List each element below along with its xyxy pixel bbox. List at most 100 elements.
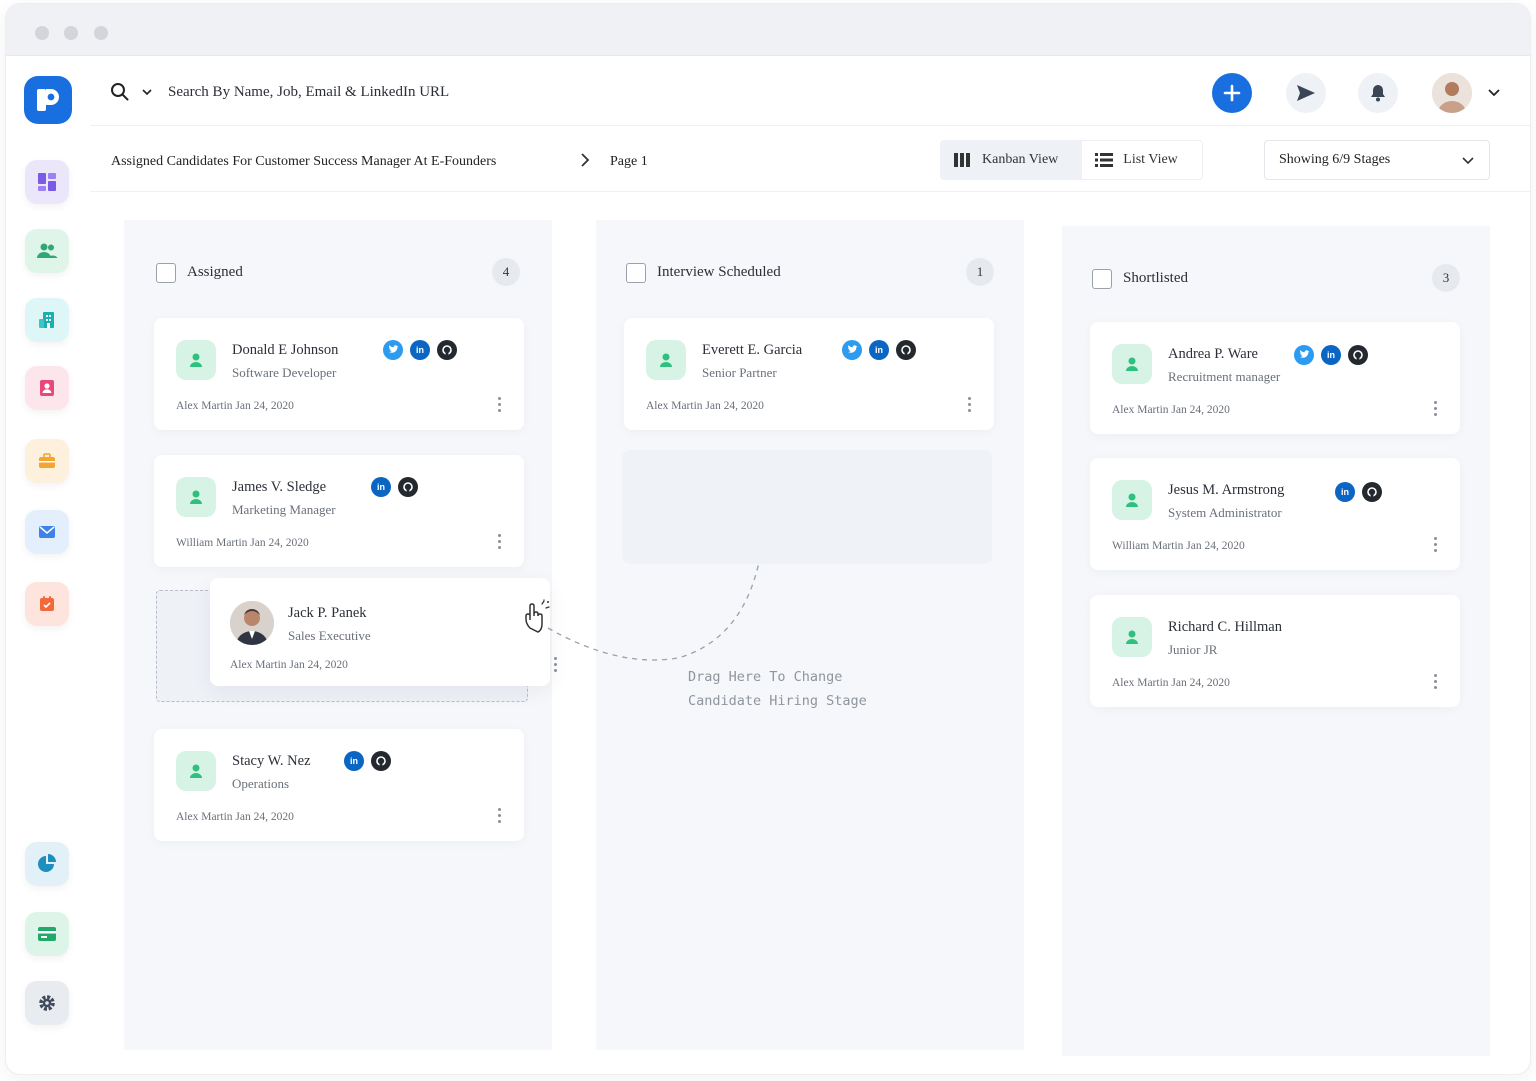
dashboard-icon xyxy=(38,173,56,191)
page-title: Assigned Candidates For Customer Success… xyxy=(111,154,497,169)
sidebar-item-companies[interactable] xyxy=(25,298,69,342)
add-button[interactable] xyxy=(1212,73,1252,113)
card-menu-button[interactable] xyxy=(496,396,502,412)
twitter-icon[interactable] xyxy=(842,340,862,360)
sidebar-item-mail[interactable] xyxy=(25,510,69,554)
sidebar-item-dashboard[interactable] xyxy=(25,160,69,204)
candidate-card-dragging[interactable]: Jack P. Panek Sales Executive Alex Marti… xyxy=(210,578,557,686)
candidate-name[interactable]: Jack P. Panek xyxy=(288,605,367,622)
user-avatar[interactable] xyxy=(1432,73,1472,113)
candidate-card[interactable]: Everett E. Garcia Senior Partner Alex Ma… xyxy=(624,318,994,430)
sidebar-item-reports[interactable] xyxy=(25,842,69,886)
chevron-right-icon xyxy=(581,153,590,167)
linkedin-icon[interactable]: in xyxy=(344,751,364,771)
avatar xyxy=(1112,480,1152,520)
column-count-badge: 3 xyxy=(1432,264,1460,292)
stages-select[interactable]: Showing 6/9 Stages xyxy=(1264,140,1490,180)
column-title: Interview Scheduled xyxy=(657,264,781,280)
avatar xyxy=(1112,344,1152,384)
drop-zone[interactable] xyxy=(622,450,992,564)
card-menu-button[interactable] xyxy=(496,807,502,823)
card-menu-button[interactable] xyxy=(966,396,972,412)
search-icon[interactable] xyxy=(110,82,130,102)
card-menu-button[interactable] xyxy=(1432,536,1438,552)
window-close-dot[interactable] xyxy=(35,26,49,40)
drop-hint-line1: Drag Here To Change xyxy=(688,669,843,685)
sidebar-item-calendar[interactable] xyxy=(25,582,69,626)
linkedin-icon[interactable]: in xyxy=(371,477,391,497)
send-button[interactable] xyxy=(1286,73,1326,113)
candidate-name[interactable]: Richard C. Hillman xyxy=(1168,619,1282,636)
column-header: Interview Scheduled 1 xyxy=(626,258,994,288)
twitter-icon[interactable] xyxy=(1294,345,1314,365)
github-icon[interactable] xyxy=(437,340,457,360)
column-select-checkbox[interactable] xyxy=(156,263,176,283)
linkedin-icon[interactable]: in xyxy=(1321,345,1341,365)
window-maximize-dot[interactable] xyxy=(94,26,108,40)
candidate-name[interactable]: Andrea P. Ware xyxy=(1168,346,1258,363)
candidate-name[interactable]: Everett E. Garcia xyxy=(702,342,802,359)
column-title: Shortlisted xyxy=(1123,270,1189,286)
app-logo[interactable] xyxy=(24,76,72,124)
column-header: Shortlisted 3 xyxy=(1092,264,1460,294)
title-bar xyxy=(6,4,1530,56)
candidate-meta: Alex Martin Jan 24, 2020 xyxy=(176,400,294,412)
candidate-card[interactable]: Jesus M. Armstrong System Administrator … xyxy=(1090,458,1460,570)
sidebar-item-billing[interactable] xyxy=(25,912,69,956)
sidebar-item-contacts[interactable] xyxy=(25,366,69,410)
candidate-role: Senior Partner xyxy=(702,365,777,380)
card-menu-button[interactable] xyxy=(1432,400,1438,416)
candidate-meta: Alex Martin Jan 24, 2020 xyxy=(646,400,764,412)
column-select-checkbox[interactable] xyxy=(1092,269,1112,289)
kanban-view-button[interactable]: Kanban View xyxy=(941,141,1083,179)
candidate-card[interactable]: Andrea P. Ware Recruitment manager Alex … xyxy=(1090,322,1460,434)
candidate-name[interactable]: Donald E Johnson xyxy=(232,342,338,359)
github-icon[interactable] xyxy=(1348,345,1368,365)
stages-select-value: Showing 6/9 Stages xyxy=(1279,152,1391,167)
sidebar-item-jobs[interactable] xyxy=(25,439,69,483)
list-icon xyxy=(1095,153,1114,167)
window-minimize-dot[interactable] xyxy=(64,26,78,40)
kanban-icon xyxy=(954,153,970,167)
linkedin-icon[interactable]: in xyxy=(410,340,430,360)
person-icon xyxy=(190,353,202,367)
candidate-card[interactable]: James V. Sledge Marketing Manager Willia… xyxy=(154,455,524,567)
candidate-role: Operations xyxy=(232,776,290,791)
sidebar-item-settings[interactable] xyxy=(25,981,69,1025)
card-menu-button[interactable] xyxy=(496,533,502,549)
avatar xyxy=(230,601,274,645)
search-input[interactable] xyxy=(168,83,588,101)
candidate-role: Software Developer xyxy=(232,365,337,380)
twitter-icon[interactable] xyxy=(383,340,403,360)
user-photo-icon xyxy=(1432,73,1472,113)
github-icon[interactable] xyxy=(371,751,391,771)
candidate-card[interactable]: Stacy W. Nez Operations Alex Martin Jan … xyxy=(154,729,524,841)
notifications-button[interactable] xyxy=(1358,73,1398,113)
candidate-card[interactable]: Donald E Johnson Software Developer Alex… xyxy=(154,318,524,430)
card-icon xyxy=(38,927,56,941)
drop-hint: Drag Here To Change Candidate Hiring Sta… xyxy=(688,665,948,713)
card-menu-button[interactable] xyxy=(1432,673,1438,689)
column-title: Assigned xyxy=(187,264,243,280)
list-view-button[interactable]: List View xyxy=(1082,141,1202,179)
calendar-icon xyxy=(40,596,54,611)
briefcase-icon xyxy=(39,453,55,468)
profile-chevron-down-icon[interactable] xyxy=(1486,86,1502,100)
github-icon[interactable] xyxy=(1362,482,1382,502)
github-icon[interactable] xyxy=(896,340,916,360)
github-icon[interactable] xyxy=(398,477,418,497)
candidate-role: Junior JR xyxy=(1168,642,1218,657)
page-indicator[interactable]: Page 1 xyxy=(610,154,648,170)
top-bar xyxy=(90,56,1530,126)
person-icon xyxy=(1126,493,1138,507)
candidate-name[interactable]: Jesus M. Armstrong xyxy=(1168,482,1284,499)
candidate-card[interactable]: Richard C. Hillman Junior JR Alex Martin… xyxy=(1090,595,1460,707)
linkedin-icon[interactable]: in xyxy=(869,340,889,360)
sidebar-item-candidates[interactable] xyxy=(25,229,69,273)
candidate-name[interactable]: James V. Sledge xyxy=(232,479,326,496)
linkedin-icon[interactable]: in xyxy=(1335,482,1355,502)
candidate-name[interactable]: Stacy W. Nez xyxy=(232,753,311,770)
search-scope-chevron-down-icon[interactable] xyxy=(140,85,154,99)
column-select-checkbox[interactable] xyxy=(626,263,646,283)
kanban-view-label: Kanban View xyxy=(982,152,1059,167)
